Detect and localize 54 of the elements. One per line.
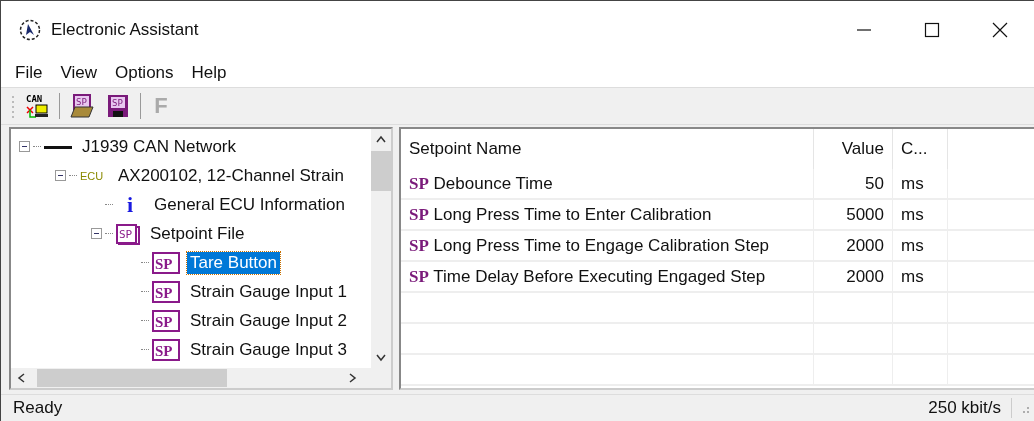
- collapse-icon[interactable]: [91, 228, 102, 239]
- column-header[interactable]: Setpoint Name: [401, 129, 814, 169]
- menu-item[interactable]: Help: [191, 63, 227, 83]
- menu-item[interactable]: View: [60, 63, 97, 83]
- scroll-up-icon[interactable]: [375, 135, 387, 143]
- status-message: Ready: [13, 398, 64, 418]
- menu-item[interactable]: Options: [114, 63, 174, 83]
- setpoint-name: Long Press Time to Enter Calibration: [433, 204, 712, 224]
- table-cell: 2000: [813, 230, 893, 261]
- tree-item[interactable]: AX200102, 12-Channel Strain: [115, 164, 347, 187]
- tree-item[interactable]: Strain Gauge Input 3: [187, 338, 350, 361]
- setpoint-name: Long Press Time to Engage Calibration Step: [433, 235, 770, 255]
- scroll-down-icon[interactable]: [375, 354, 387, 362]
- ecu-icon: ECU: [80, 169, 108, 182]
- window-title: Electronic Assistant: [51, 20, 199, 40]
- scrollbar-thumb[interactable]: [37, 369, 227, 387]
- menu-item[interactable]: File: [15, 63, 43, 83]
- setpoint-icon: SP: [152, 338, 180, 361]
- tree-item[interactable]: Setpoint File: [147, 222, 248, 245]
- setpoint-icon: SP: [152, 309, 180, 332]
- scrollbar-thumb[interactable]: [371, 151, 391, 191]
- tree-item[interactable]: Strain Gauge Input 1: [187, 280, 350, 303]
- setpoint-icon: SP: [152, 251, 180, 274]
- setpoint-icon: SP: [409, 204, 429, 224]
- collapse-icon[interactable]: [19, 141, 30, 152]
- table-cell: ms: [892, 169, 948, 199]
- table-cell: ms: [892, 230, 948, 261]
- column-header[interactable]: Value: [813, 129, 893, 169]
- tree-item[interactable]: Strain Gauge Input 2: [187, 309, 350, 332]
- scroll-left-icon[interactable]: [17, 372, 25, 384]
- tree-item[interactable]: General ECU Information: [151, 193, 348, 216]
- collapse-icon[interactable]: [55, 170, 66, 181]
- tree-item[interactable]: J1939 CAN Network: [79, 135, 239, 158]
- baud-rate: 250 kbit/s: [928, 398, 1012, 418]
- setpoint-icon: SP: [409, 235, 429, 255]
- table-cell: ms: [892, 199, 948, 230]
- info-icon: i: [116, 191, 144, 218]
- table-cell: 5000: [813, 199, 893, 230]
- setpoint-name: Debounce Time: [433, 173, 553, 193]
- setpoint-icon: SP: [409, 173, 429, 193]
- table-cell: 50: [813, 169, 893, 199]
- setpoint-file-icon: SP: [116, 222, 140, 245]
- setpoint-icon: SP: [409, 266, 429, 286]
- maximize-icon[interactable]: [922, 20, 942, 40]
- close-icon[interactable]: [990, 20, 1010, 40]
- setpoint-name: Time Delay Before Executing Engaged Step: [433, 266, 766, 286]
- table-cell: ms: [892, 261, 948, 292]
- tree-item[interactable]: Tare Button: [187, 251, 280, 274]
- scroll-right-icon[interactable]: [349, 372, 357, 384]
- column-header[interactable]: C...: [892, 129, 948, 169]
- table-cell: 2000: [813, 261, 893, 292]
- app-icon: [19, 19, 41, 41]
- setpoint-icon: SP: [152, 280, 180, 303]
- vertical-scrollbar[interactable]: [371, 129, 391, 368]
